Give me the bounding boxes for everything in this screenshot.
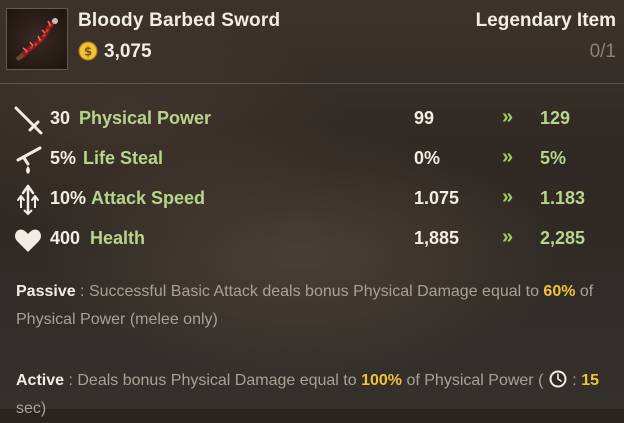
active-text-1: Deals bonus Physical Damage equal to xyxy=(77,372,362,389)
stat-amount: 10% xyxy=(50,188,87,208)
item-rarity: Legendary Item xyxy=(475,10,616,31)
stat-row-life-steal: 5% Life Steal 0% » 5% xyxy=(0,142,624,176)
stat-row-physical-power: 30 Physical Power 99 » 129 xyxy=(0,102,624,136)
active-separator-2: : xyxy=(567,372,582,389)
life-steal-icon xyxy=(16,146,42,174)
heart-icon xyxy=(15,229,41,252)
item-price: 3,075 xyxy=(104,41,152,62)
passive-text-1: Successful Basic Attack deals bonus Phys… xyxy=(88,283,544,300)
item-name: Bloody Barbed Sword xyxy=(78,10,281,31)
stat-base-value: 1.075 xyxy=(414,188,460,208)
stat-base-value: 0% xyxy=(414,148,441,168)
svg-text:$: $ xyxy=(84,45,92,59)
stat-new-value: 1.183 xyxy=(540,188,586,208)
attack-speed-icon xyxy=(17,184,39,216)
stat-row-attack-speed: 10% Attack Speed 1.075 » 1.183 xyxy=(0,182,624,216)
active-text-2: of Physical Power ( xyxy=(402,372,548,389)
passive-label: Passive xyxy=(16,283,76,300)
stat-name: Life Steal xyxy=(83,148,164,168)
gold-coin-icon: $ xyxy=(78,41,98,61)
stat-row-health: 400 Health 1,885 » 2,285 xyxy=(0,222,624,256)
tooltip-header: Bloody Barbed Sword $ 3,075 Legendary It… xyxy=(0,0,624,82)
active-label: Active xyxy=(16,372,65,389)
stat-new-value: 5% xyxy=(540,148,567,168)
stat-new-value: 2,285 xyxy=(540,228,586,248)
bloody-barbed-sword-icon xyxy=(6,8,68,70)
double-chevron-icon: » xyxy=(502,106,513,128)
stat-name: Physical Power xyxy=(79,108,212,128)
stat-name: Attack Speed xyxy=(91,188,206,208)
double-chevron-icon: » xyxy=(502,186,513,208)
stat-amount: 5% xyxy=(50,148,77,168)
active-cooldown: 15 xyxy=(581,372,599,389)
passive-value: 60% xyxy=(543,283,576,300)
double-chevron-icon: » xyxy=(502,226,513,248)
sword-icon xyxy=(14,106,43,135)
stat-new-value: 129 xyxy=(540,108,571,128)
stat-base-value: 99 xyxy=(414,108,435,128)
double-chevron-icon: » xyxy=(502,146,513,168)
stat-amount: 30 xyxy=(50,108,71,128)
stat-base-value: 1,885 xyxy=(414,228,460,248)
stat-amount: 400 xyxy=(50,228,81,248)
passive-description: Passive : Successful Basic Attack deals … xyxy=(16,278,606,334)
clock-icon xyxy=(549,370,567,388)
passive-separator: : xyxy=(75,283,89,300)
active-separator: : xyxy=(64,372,78,389)
active-value: 100% xyxy=(361,372,403,389)
stat-name: Health xyxy=(90,228,146,248)
item-tooltip: Bloody Barbed Sword $ 3,075 Legendary It… xyxy=(0,0,624,417)
header-divider xyxy=(0,83,624,84)
item-stack-count: 0/1 xyxy=(589,41,616,62)
active-description: Active : Deals bonus Physical Damage equ… xyxy=(16,367,606,423)
